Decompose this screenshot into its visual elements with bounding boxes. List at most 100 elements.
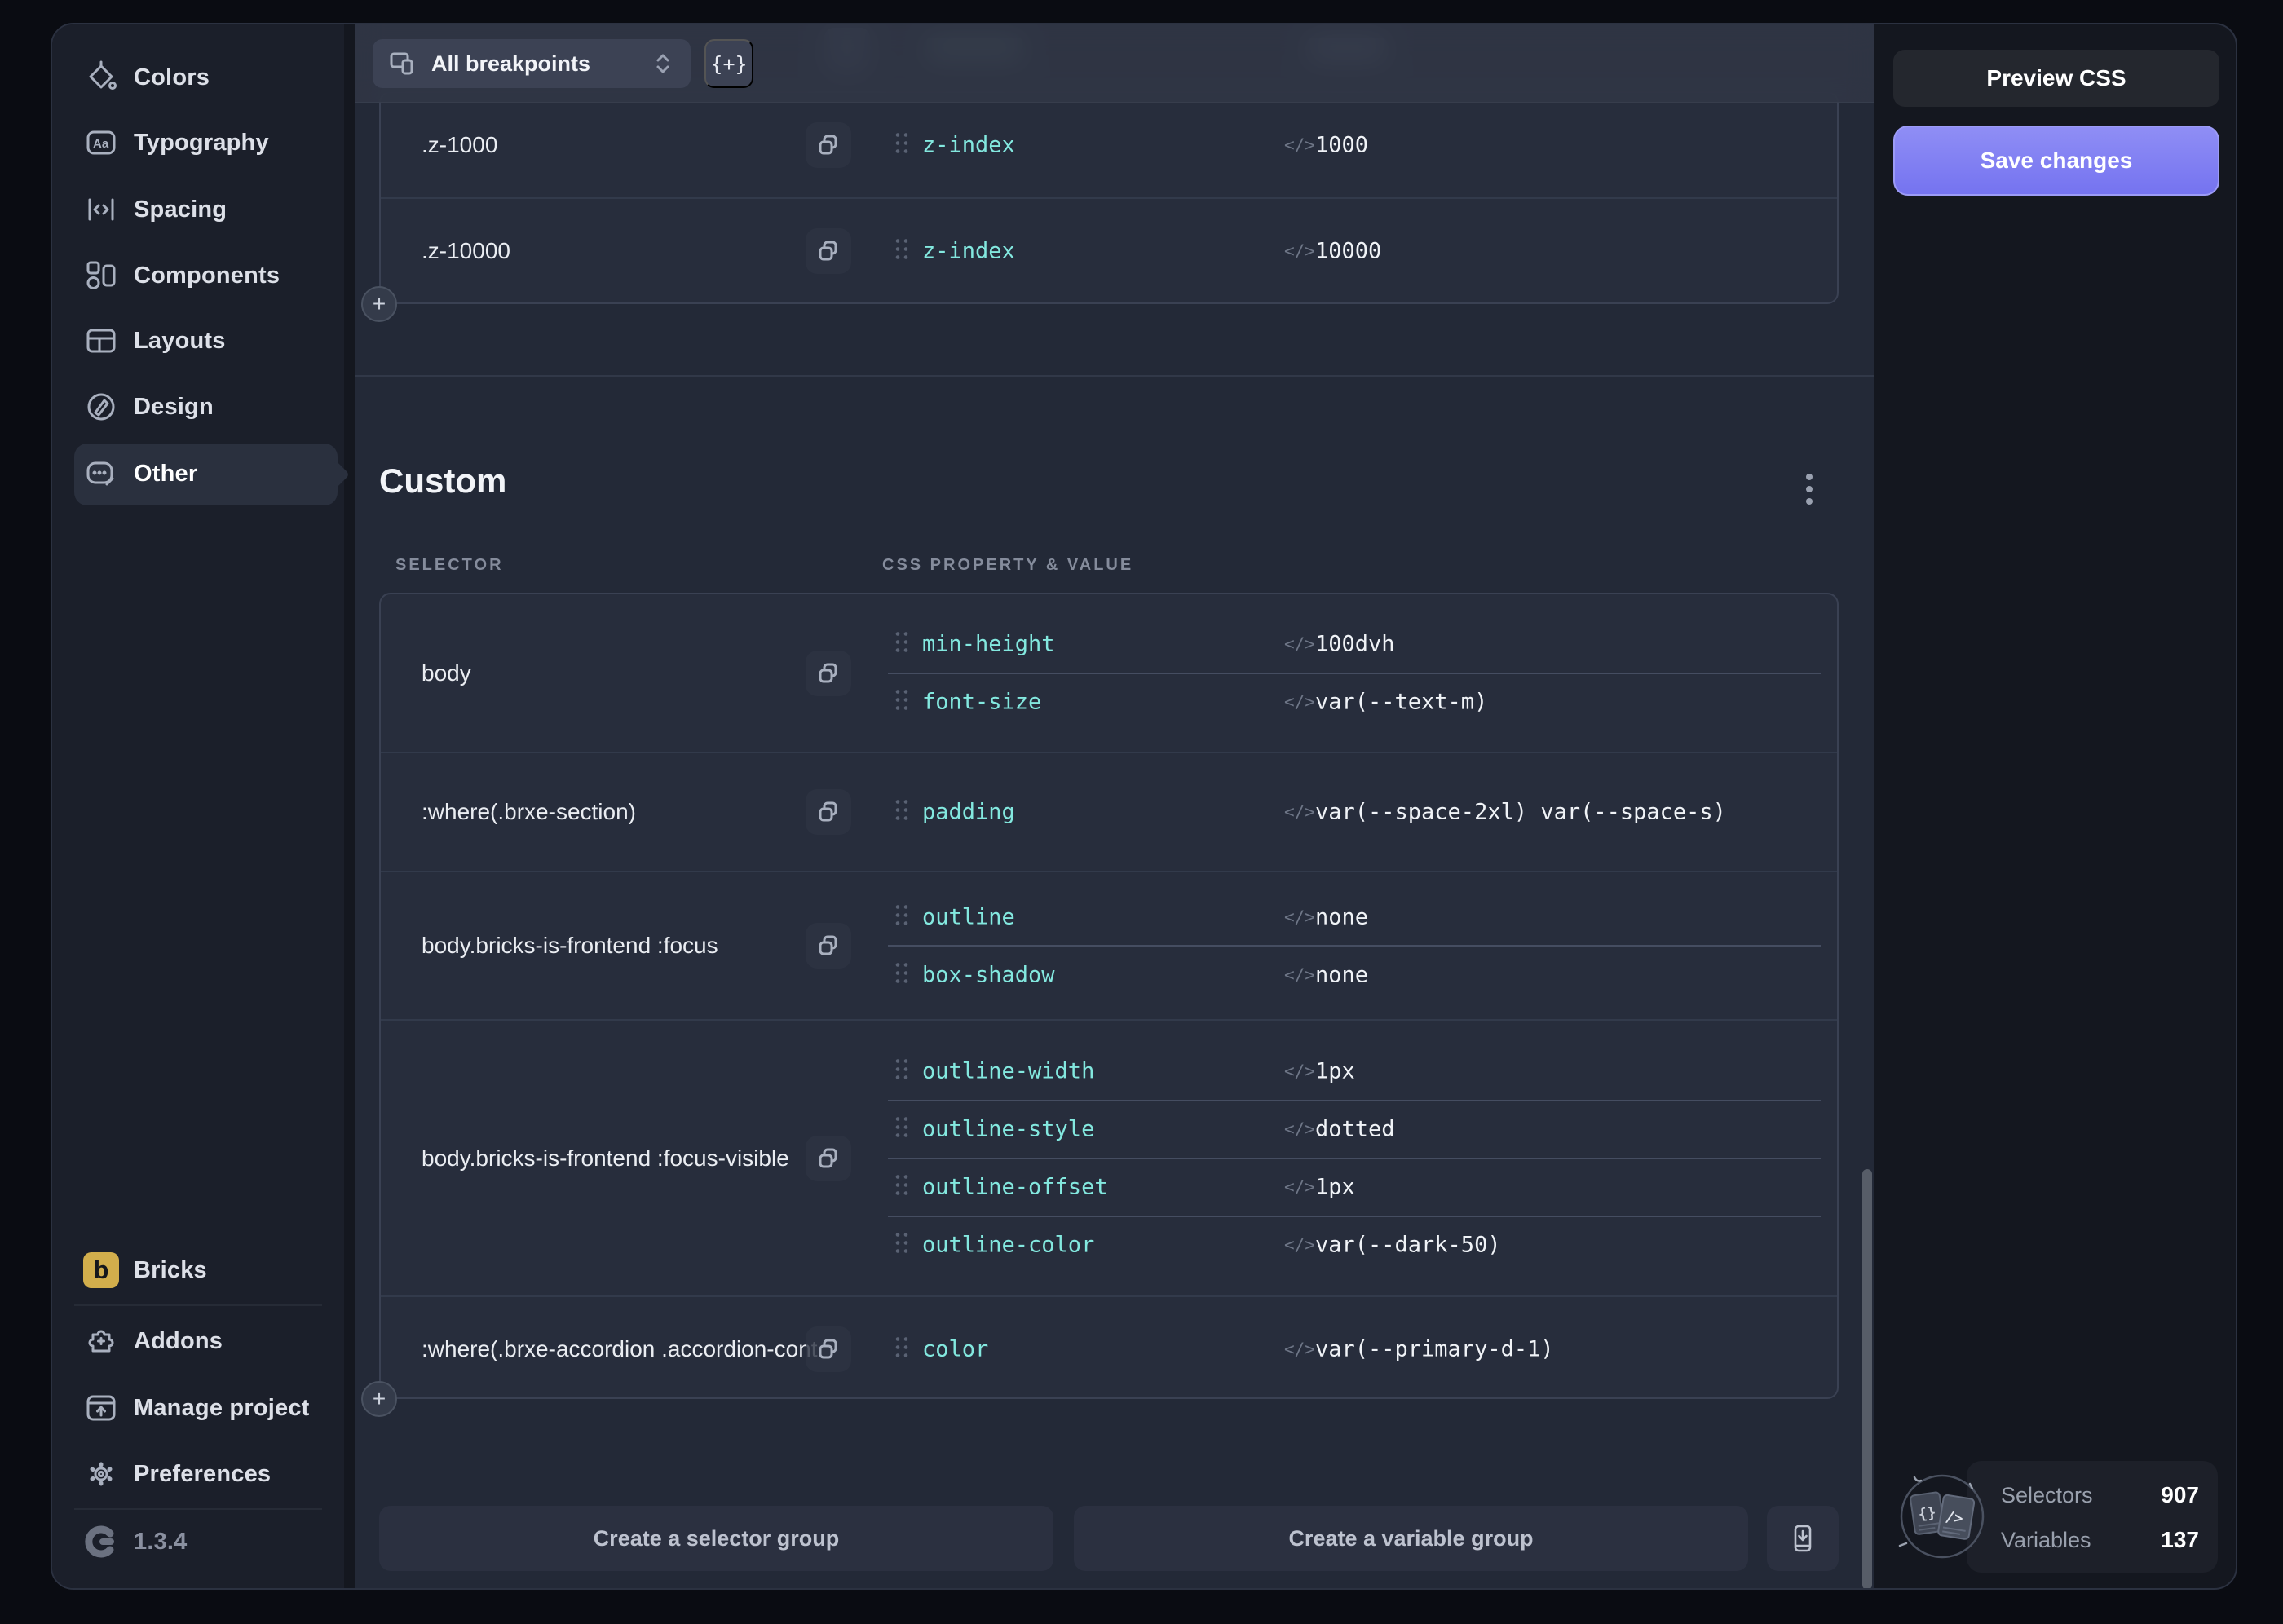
code-value-icon: </> bbox=[1284, 907, 1315, 927]
css-property-name[interactable]: box-shadow bbox=[922, 962, 1055, 987]
drag-handle-icon[interactable] bbox=[893, 960, 911, 990]
copy-button[interactable] bbox=[806, 1326, 851, 1372]
app-version: 1.3.4 bbox=[134, 1529, 188, 1556]
copy-button[interactable] bbox=[806, 1136, 851, 1181]
sidebar-item-label: Addons bbox=[134, 1328, 223, 1355]
copy-button[interactable] bbox=[806, 789, 851, 835]
drag-handle-icon[interactable] bbox=[893, 797, 911, 827]
css-property-name[interactable]: z-index bbox=[922, 238, 1015, 263]
sidebar-item-preferences[interactable]: Preferences bbox=[74, 1448, 338, 1500]
selector-label[interactable]: :where(.brxe-section) bbox=[422, 799, 636, 825]
css-property-value[interactable]: none bbox=[1315, 904, 1368, 929]
addons-icon bbox=[83, 1323, 119, 1359]
section-menu-button[interactable] bbox=[1797, 474, 1822, 531]
sidebar-item-typography[interactable]: Aa Typography bbox=[74, 117, 338, 169]
css-property-name[interactable]: outline-offset bbox=[922, 1175, 1108, 1200]
create-variable-group-button[interactable]: Create a variable group bbox=[1074, 1506, 1748, 1571]
selector-label[interactable]: :where(.brxe-accordion .accordion-cont bbox=[422, 1336, 818, 1362]
css-property-value[interactable]: 100dvh bbox=[1315, 632, 1395, 657]
components-icon bbox=[83, 258, 119, 293]
preview-css-button[interactable]: Preview CSS bbox=[1893, 50, 2219, 107]
code-value-icon: </> bbox=[1284, 135, 1315, 155]
drag-handle-icon[interactable] bbox=[893, 1172, 911, 1203]
drag-handle-icon[interactable] bbox=[893, 629, 911, 660]
spacing-icon bbox=[83, 192, 119, 227]
code-value-icon: </> bbox=[1284, 1177, 1315, 1197]
import-export-button[interactable] bbox=[1767, 1506, 1839, 1571]
css-property-name[interactable]: z-index bbox=[922, 133, 1015, 158]
svg-text:Aa: Aa bbox=[93, 137, 109, 151]
selector-label[interactable]: body bbox=[422, 660, 471, 686]
copy-button[interactable] bbox=[806, 228, 851, 274]
code-snippet-button[interactable]: {+} bbox=[704, 39, 753, 88]
save-changes-button[interactable]: Save changes bbox=[1893, 126, 2219, 196]
sidebar: Colors Aa Typography Spacing Components bbox=[52, 24, 344, 1588]
sidebar-item-layouts[interactable]: Layouts bbox=[74, 315, 338, 367]
sidebar-item-bricks[interactable]: b Bricks bbox=[74, 1244, 338, 1296]
css-property-name[interactable]: outline-width bbox=[922, 1059, 1094, 1084]
css-property-value[interactable]: dotted bbox=[1315, 1117, 1395, 1142]
sidebar-item-spacing[interactable]: Spacing bbox=[74, 183, 338, 236]
selector-label[interactable]: body.bricks-is-frontend :focus bbox=[422, 933, 718, 959]
sidebar-item-components[interactable]: Components bbox=[74, 249, 338, 302]
code-value-icon: </> bbox=[1284, 1339, 1315, 1359]
css-property-value[interactable]: none bbox=[1315, 962, 1368, 987]
add-selector-button[interactable]: + bbox=[361, 286, 397, 322]
drag-handle-icon[interactable] bbox=[893, 1230, 911, 1260]
sidebar-item-manage-project[interactable]: Manage project bbox=[74, 1382, 338, 1434]
variables-count-value: 137 bbox=[2161, 1527, 2199, 1553]
drag-handle-icon[interactable] bbox=[893, 1057, 911, 1087]
add-selector-button[interactable]: + bbox=[361, 1381, 397, 1417]
selector-label[interactable]: .z-1000 bbox=[422, 132, 497, 158]
selector-label[interactable]: body.bricks-is-frontend :focus-visible bbox=[422, 1145, 789, 1172]
css-property-value[interactable]: 1px bbox=[1315, 1175, 1355, 1200]
css-property-name[interactable]: outline-style bbox=[922, 1117, 1094, 1142]
sidebar-item-label: Spacing bbox=[134, 196, 227, 223]
sidebar-item-label: Layouts bbox=[134, 328, 226, 355]
code-value-icon: </> bbox=[1284, 634, 1315, 654]
drag-handle-icon[interactable] bbox=[893, 687, 911, 717]
code-value-icon: </> bbox=[1284, 1235, 1315, 1255]
zindex-table: .z-1000 z-index </> 1000 bbox=[379, 91, 1839, 304]
css-property-value[interactable]: var(--space-2xl) var(--space-s) bbox=[1315, 800, 1726, 825]
sidebar-item-label: Design bbox=[134, 394, 214, 421]
chevron-up-down-icon bbox=[653, 51, 673, 77]
selector-label[interactable]: .z-10000 bbox=[422, 238, 510, 264]
drag-handle-icon[interactable] bbox=[893, 236, 911, 266]
create-selector-group-button[interactable]: Create a selector group bbox=[379, 1506, 1053, 1571]
css-property-value[interactable]: var(--dark-50) bbox=[1315, 1233, 1501, 1258]
sidebar-divider bbox=[74, 1508, 322, 1510]
sidebar-item-design[interactable]: Design bbox=[74, 381, 338, 433]
variables-count-label: Variables bbox=[2001, 1528, 2091, 1553]
drag-handle-icon[interactable] bbox=[893, 1114, 911, 1145]
drag-handle-icon[interactable] bbox=[893, 902, 911, 932]
vertical-scrollbar[interactable] bbox=[1862, 1169, 1872, 1590]
code-value-icon: </> bbox=[1284, 965, 1315, 985]
app-window: Colors Aa Typography Spacing Components bbox=[51, 23, 2237, 1590]
css-property-name[interactable]: color bbox=[922, 1336, 988, 1361]
css-property-value[interactable]: 1px bbox=[1315, 1059, 1355, 1084]
css-property-name[interactable]: font-size bbox=[922, 690, 1041, 715]
copy-button[interactable] bbox=[806, 923, 851, 969]
css-property-value[interactable]: var(--text-m) bbox=[1315, 690, 1487, 715]
css-property-name[interactable]: outline bbox=[922, 904, 1015, 929]
css-property-value[interactable]: 10000 bbox=[1315, 238, 1381, 263]
css-property-value[interactable]: 1000 bbox=[1315, 133, 1368, 158]
breakpoint-select[interactable]: All breakpoints bbox=[373, 39, 691, 88]
css-property-name[interactable]: padding bbox=[922, 800, 1015, 825]
copy-button[interactable] bbox=[806, 122, 851, 168]
drag-handle-icon[interactable] bbox=[893, 1334, 911, 1364]
sidebar-item-other[interactable]: Other bbox=[74, 448, 338, 500]
sidebar-item-colors[interactable]: Colors bbox=[74, 51, 338, 104]
css-property-value[interactable]: var(--primary-d-1) bbox=[1315, 1336, 1554, 1361]
css-property-name[interactable]: outline-color bbox=[922, 1233, 1094, 1258]
sidebar-item-label: Colors bbox=[134, 64, 210, 91]
drag-handle-icon[interactable] bbox=[893, 130, 911, 161]
svg-text:/>: /> bbox=[1944, 1508, 1964, 1528]
sidebar-item-addons[interactable]: Addons bbox=[74, 1315, 338, 1367]
copy-button[interactable] bbox=[806, 651, 851, 696]
css-property-name[interactable]: min-height bbox=[922, 632, 1055, 657]
breakpoint-toolbar: All breakpoints {+} bbox=[355, 24, 1874, 103]
code-value-icon: </> bbox=[1284, 692, 1315, 712]
table-row: body min-height </> 100dvh bbox=[381, 594, 1837, 752]
